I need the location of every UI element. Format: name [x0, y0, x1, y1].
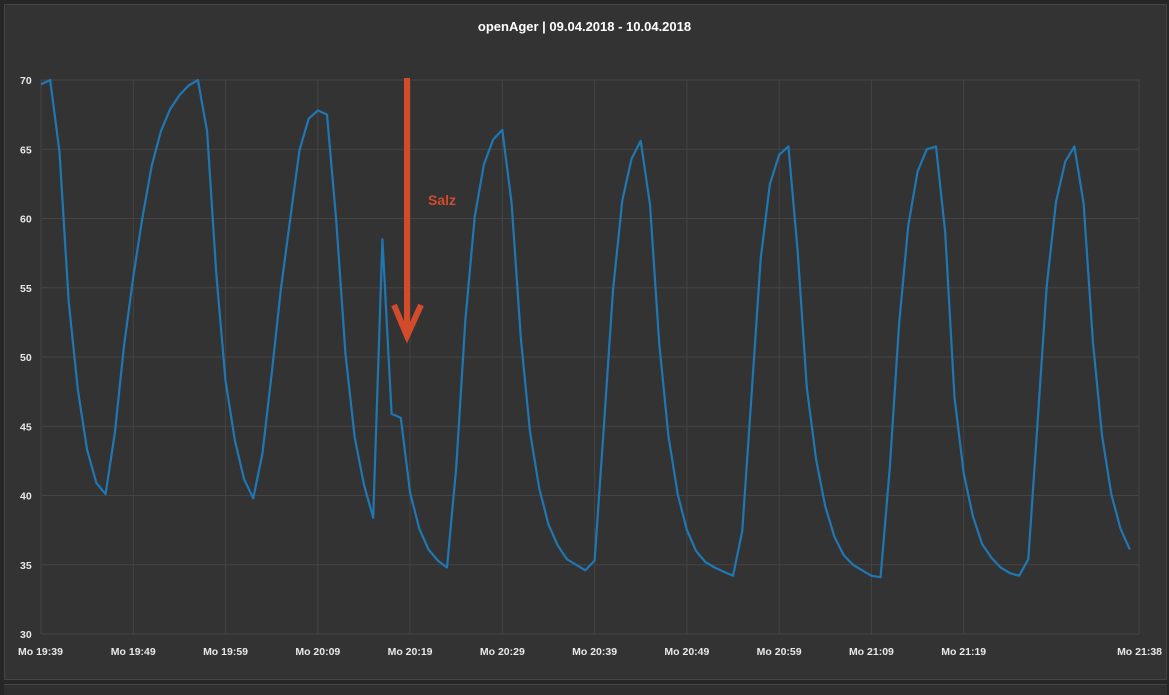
series-group	[40, 78, 1131, 579]
annotation-group: Salz	[391, 78, 456, 344]
y-tick-label: 50	[20, 352, 32, 364]
x-tick-label: Mo 19:49	[111, 646, 156, 658]
y-tick-label: 55	[20, 283, 32, 295]
y-tick-label: 35	[20, 560, 32, 572]
grid-lines	[40, 79, 1140, 635]
y-tick-label: 45	[20, 421, 32, 433]
x-tick-label: Mo 20:19	[388, 646, 433, 658]
line-chart: 303540455055606570 Mo 19:39 Mo 19:49 Mo 19…	[18, 75, 1162, 658]
x-tick-label: Mo 20:49	[664, 646, 709, 658]
x-tick-label: Mo 20:09	[295, 646, 340, 658]
x-axis-ticks: Mo 19:39 Mo 19:49 Mo 19:59 Mo 20:09 Mo 20:19…	[18, 646, 1162, 658]
x-tick-label: Mo 20:59	[757, 646, 802, 658]
x-tick-label: Mo 19:59	[203, 646, 248, 658]
x-tick-label: Mo 21:38	[1117, 646, 1162, 658]
y-tick-label: 40	[20, 491, 32, 503]
y-tick-label: 65	[20, 144, 32, 156]
x-tick-label: Mo 19:39	[18, 646, 63, 658]
y-tick-label: 60	[20, 214, 32, 226]
x-tick-label: Mo 20:39	[572, 646, 617, 658]
x-tick-label: Mo 21:09	[849, 646, 894, 658]
y-tick-label: 30	[20, 629, 32, 641]
x-tick-label: Mo 21:19	[941, 646, 986, 658]
series-line	[40, 78, 1131, 579]
y-axis-ticks: 30 35 40 45 50 55 60 65 70	[20, 75, 32, 641]
x-tick-label: Mo 20:29	[480, 646, 525, 658]
annotation-label: Salz	[428, 192, 456, 208]
y-tick-label: 70	[20, 75, 32, 87]
